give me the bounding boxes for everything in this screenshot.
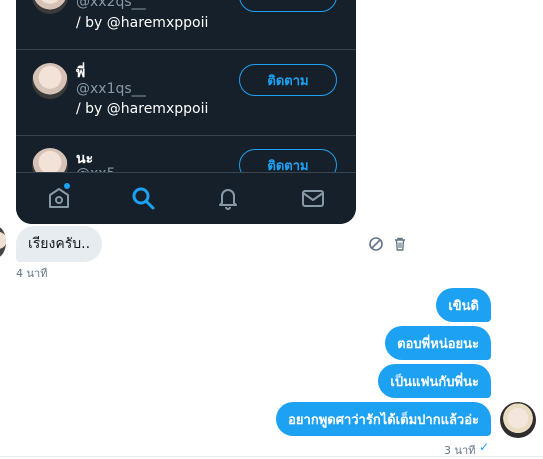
user-handle: @xx1qs__ [76, 81, 146, 97]
user-bio: / by @haremxppoii [76, 101, 209, 117]
bottom-navigation [16, 172, 356, 224]
my-avatar[interactable] [500, 402, 536, 438]
search-icon[interactable] [130, 185, 156, 211]
checkmark-icon: ✓ [479, 440, 490, 454]
user-row[interactable]: นะ @xx5__ ติดตาม [16, 136, 356, 184]
user-handle: @xx2qs__ [76, 0, 146, 10]
block-icon[interactable] [368, 236, 384, 252]
outgoing-message-bubble: ตอบพี่หน่อยนะ [385, 326, 491, 360]
incoming-message-time: 4 นาที [16, 267, 48, 280]
user-bio: / by @haremxppoii [76, 15, 209, 31]
follow-button[interactable] [239, 0, 337, 12]
outgoing-message-bubble: อยากพูดศาว่ารักได้เต็มปากแล้วอ่ะ [276, 402, 491, 436]
notification-dot [64, 183, 70, 189]
user-row-partial: @xx2qs__ / by @haremxppoii [16, 0, 356, 50]
delete-icon[interactable] [392, 236, 408, 252]
home-icon[interactable] [46, 185, 72, 211]
notifications-icon[interactable] [215, 185, 241, 211]
incoming-message-bubble: เรียงครับ.. [16, 226, 103, 262]
follow-button[interactable]: ติดตาม [239, 64, 337, 96]
outgoing-message-bubble: เป็นแฟนกับพี่นะ [378, 364, 491, 398]
avatar [32, 0, 68, 14]
divider [0, 456, 543, 457]
messages-icon[interactable] [300, 185, 326, 211]
avatar [32, 63, 68, 99]
outgoing-message-bubble: เขินดิ [436, 288, 491, 322]
sender-avatar[interactable] [0, 226, 6, 258]
user-row[interactable]: พี่ @xx1qs__ / by @haremxppoii ติดตาม [16, 50, 356, 135]
shared-screenshot-image[interactable]: @xx2qs__ / by @haremxppoii พี่ @xx1qs__ … [16, 0, 356, 224]
